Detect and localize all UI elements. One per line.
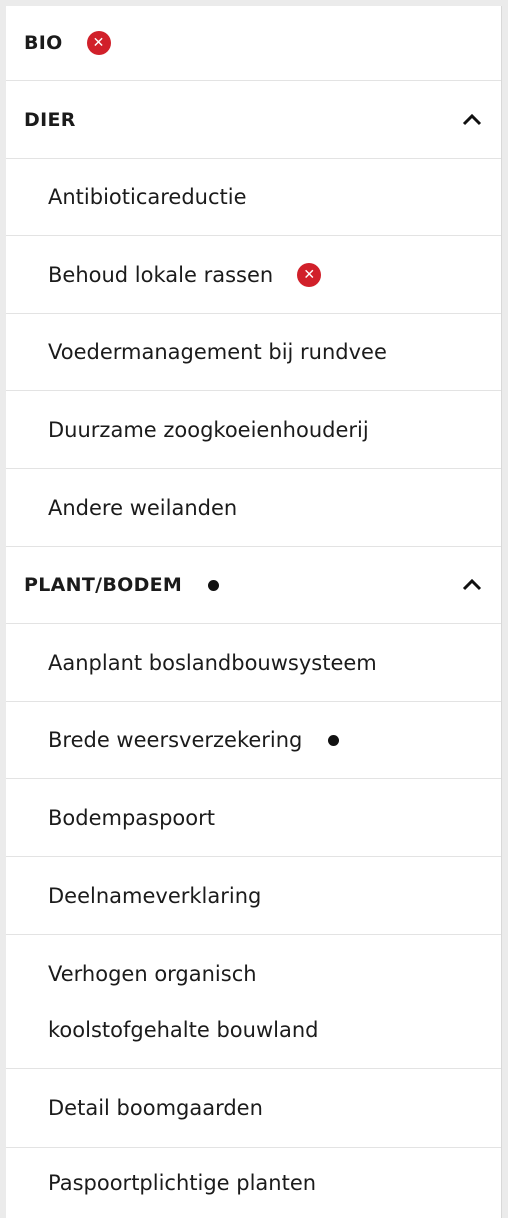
menu-item-label: Duurzame zoogkoeienhouderij — [48, 417, 369, 442]
side-menu: BIO ✕ DIER Antibioticareductie Behoud lo… — [6, 6, 501, 1218]
menu-item-label-line1: Verhogen organisch — [48, 961, 257, 986]
dot-icon — [328, 734, 340, 746]
menu-item-paspoortplichtige-planten[interactable]: Paspoortplichtige planten — [6, 1148, 501, 1218]
section-plant-bodem[interactable]: PLANT/BODEM — [6, 547, 501, 624]
menu-item-label: Aanplant boslandbouwsysteem — [48, 650, 377, 675]
error-icon: ✕ — [297, 262, 322, 287]
menu-item-label: Paspoortplichtige planten — [48, 1171, 317, 1195]
dot-icon — [208, 579, 220, 591]
panel-edge-notch — [0, 1122, 6, 1130]
error-icon: ✕ — [86, 31, 111, 55]
menu-item-voedermanagement[interactable]: Voedermanagement bij rundvee — [6, 314, 501, 391]
menu-item-bodempaspoort[interactable]: Bodempaspoort — [6, 779, 501, 857]
menu-item-andere-weilanden[interactable]: Andere weilanden — [6, 469, 501, 547]
menu-item-aanplant-boslandbouwsysteem[interactable]: Aanplant boslandbouwsysteem — [6, 624, 501, 702]
menu-item-label: Detail boomgaarden — [48, 1096, 263, 1120]
menu-item-deelnameverklaring[interactable]: Deelnameverklaring — [6, 857, 501, 935]
menu-item-behoud-lokale-rassen[interactable]: Behoud lokale rassen ✕ — [6, 236, 501, 314]
menu-item-label: Deelnameverklaring — [48, 883, 262, 908]
menu-item-label: Brede weersverzekering — [48, 728, 303, 752]
menu-item-label: Behoud lokale rassen — [48, 262, 274, 287]
menu-item-label-line2: koolstofgehalte bouwland — [48, 1017, 319, 1042]
menu-item-antibioticareductie[interactable]: Antibioticareductie — [6, 159, 501, 236]
menu-item-label: Bodempaspoort — [48, 805, 215, 830]
section-plant-bodem-label: PLANT/BODEM — [24, 574, 183, 596]
chevron-up-icon[interactable] — [461, 577, 483, 591]
section-bio-label: BIO — [24, 32, 63, 54]
menu-item-label: Andere weilanden — [48, 495, 238, 520]
section-dier[interactable]: DIER — [6, 81, 501, 159]
menu-item-brede-weersverzekering[interactable]: Brede weersverzekering — [6, 702, 501, 779]
section-dier-label: DIER — [24, 108, 76, 131]
menu-item-verhogen-organisch-koolstofgehalte[interactable]: Verhogen organisch koolstofgehalte bouwl… — [6, 935, 501, 1069]
section-bio[interactable]: BIO ✕ — [6, 6, 501, 81]
menu-item-label: Antibioticareductie — [48, 185, 247, 209]
menu-item-duurzame-zoogkoeienhouderij[interactable]: Duurzame zoogkoeienhouderij — [6, 391, 501, 469]
chevron-up-icon[interactable] — [461, 112, 483, 126]
menu-item-label: Voedermanagement bij rundvee — [48, 340, 387, 364]
menu-item-detail-boomgaarden[interactable]: Detail boomgaarden — [6, 1069, 501, 1148]
